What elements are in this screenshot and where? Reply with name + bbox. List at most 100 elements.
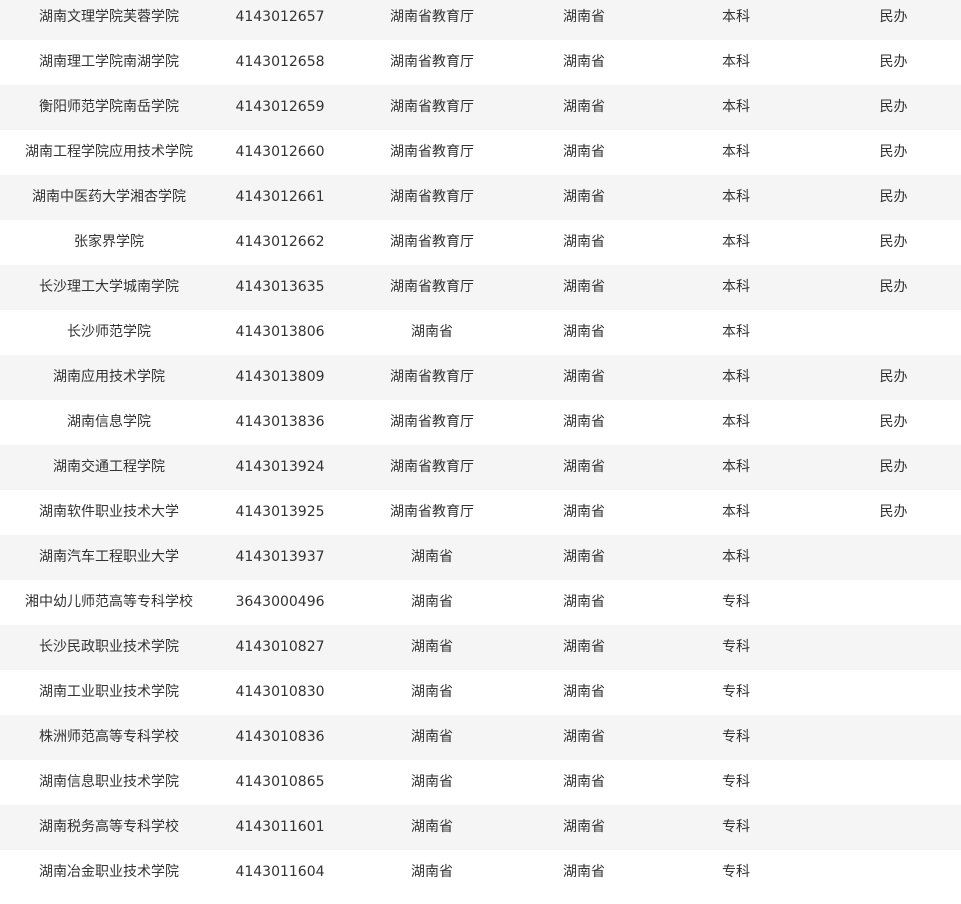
authority-cell: 湖南省 [411,729,453,745]
table-row: 张家界学院 4143012662 湖南省教育厅 湖南省 本科 民办 [0,220,961,265]
school-name-cell: 张家界学院 [74,234,144,250]
note-cell: 民办 [879,189,908,205]
level-cell: 专科 [722,774,750,790]
school-name-cell: 湖南应用技术学院 [53,369,165,385]
table-row: 株洲师范高等专科学校 4143010836 湖南省 湖南省 专科 [0,715,961,760]
authority-cell: 湖南省 [411,594,453,610]
school-name-cell: 湖南工业职业技术学院 [39,684,179,700]
school-table: 湖南文理学院芙蓉学院 4143012657 湖南省教育厅 湖南省 本科 民办 湖南理工学院… [0,0,961,895]
authority-cell: 湖南省教育厅 [390,459,474,475]
level-cell: 本科 [722,234,750,250]
school-code-cell: 4143012659 [235,99,325,115]
school-code-cell: 3643000496 [235,594,325,610]
table-row: 长沙民政职业技术学院 4143010827 湖南省 湖南省 专科 [0,625,961,670]
level-cell: 专科 [722,594,750,610]
school-code-cell: 4143013806 [235,324,325,340]
note-cell [826,850,961,895]
table-row: 衡阳师范学院南岳学院 4143012659 湖南省教育厅 湖南省 本科 民办 [0,85,961,130]
school-name-cell: 长沙民政职业技术学院 [39,639,179,655]
table-row: 长沙师范学院 4143013806 湖南省 湖南省 本科 [0,310,961,355]
location-cell: 湖南省 [563,864,605,880]
table-row: 湖南软件职业技术大学 4143013925 湖南省教育厅 湖南省 本科 民办 [0,490,961,535]
location-cell: 湖南省 [563,369,605,385]
table-row: 湖南冶金职业技术学院 4143011604 湖南省 湖南省 专科 [0,850,961,895]
location-cell: 湖南省 [563,504,605,520]
table-row: 湖南文理学院芙蓉学院 4143012657 湖南省教育厅 湖南省 本科 民办 [0,0,961,40]
note-cell [826,760,961,805]
table-row: 湖南交通工程学院 4143013924 湖南省教育厅 湖南省 本科 民办 [0,445,961,490]
school-code-cell: 4143010830 [235,684,325,700]
location-cell: 湖南省 [563,414,605,430]
location-cell: 湖南省 [563,144,605,160]
authority-cell: 湖南省教育厅 [390,189,474,205]
authority-cell: 湖南省 [411,774,453,790]
table-row: 湖南工程学院应用技术学院 4143012660 湖南省教育厅 湖南省 本科 民办 [0,130,961,175]
authority-cell: 湖南省 [411,324,453,340]
level-cell: 本科 [722,504,750,520]
location-cell: 湖南省 [563,639,605,655]
school-name-cell: 湖南汽车工程职业大学 [39,549,179,565]
school-name-cell: 湖南交通工程学院 [53,459,165,475]
level-cell: 专科 [722,684,750,700]
table-row: 湖南理工学院南湖学院 4143012658 湖南省教育厅 湖南省 本科 民办 [0,40,961,85]
school-code-cell: 4143013635 [235,279,325,295]
note-cell [826,310,961,355]
school-table-body: 湖南文理学院芙蓉学院 4143012657 湖南省教育厅 湖南省 本科 民办 湖南理工学院… [0,0,961,895]
location-cell: 湖南省 [563,819,605,835]
school-code-cell: 4143013937 [235,549,325,565]
school-code-cell: 4143012657 [235,9,325,25]
level-cell: 本科 [722,99,750,115]
note-cell: 民办 [879,234,908,250]
authority-cell: 湖南省教育厅 [390,9,474,25]
authority-cell: 湖南省 [411,639,453,655]
school-name-cell: 长沙师范学院 [67,324,151,340]
note-cell [826,670,961,715]
note-cell: 民办 [879,459,908,475]
table-row: 长沙理工大学城南学院 4143013635 湖南省教育厅 湖南省 本科 民办 [0,265,961,310]
location-cell: 湖南省 [563,279,605,295]
location-cell: 湖南省 [563,594,605,610]
level-cell: 本科 [722,549,750,565]
note-cell: 民办 [879,144,908,160]
table-row: 湖南信息学院 4143013836 湖南省教育厅 湖南省 本科 民办 [0,400,961,445]
school-name-cell: 湖南冶金职业技术学院 [39,864,179,880]
level-cell: 专科 [722,819,750,835]
note-cell [826,625,961,670]
level-cell: 本科 [722,279,750,295]
location-cell: 湖南省 [563,549,605,565]
location-cell: 湖南省 [563,234,605,250]
authority-cell: 湖南省教育厅 [390,504,474,520]
school-code-cell: 4143011604 [235,864,325,880]
school-code-cell: 4143012658 [235,54,325,70]
note-cell: 民办 [879,369,908,385]
school-code-cell: 4143010827 [235,639,325,655]
school-name-cell: 湖南工程学院应用技术学院 [25,144,193,160]
table-row: 湖南工业职业技术学院 4143010830 湖南省 湖南省 专科 [0,670,961,715]
level-cell: 本科 [722,144,750,160]
authority-cell: 湖南省 [411,819,453,835]
location-cell: 湖南省 [563,9,605,25]
level-cell: 本科 [722,54,750,70]
location-cell: 湖南省 [563,774,605,790]
table-row: 湖南税务高等专科学校 4143011601 湖南省 湖南省 专科 [0,805,961,850]
school-code-cell: 4143011601 [235,819,325,835]
location-cell: 湖南省 [563,54,605,70]
table-row: 湖南汽车工程职业大学 4143013937 湖南省 湖南省 本科 [0,535,961,580]
level-cell: 本科 [722,414,750,430]
school-name-cell: 湘中幼儿师范高等专科学校 [25,594,193,610]
location-cell: 湖南省 [563,324,605,340]
school-code-cell: 4143012662 [235,234,325,250]
table-row: 湘中幼儿师范高等专科学校 3643000496 湖南省 湖南省 专科 [0,580,961,625]
note-cell: 民办 [879,279,908,295]
note-cell: 民办 [879,9,908,25]
level-cell: 本科 [722,459,750,475]
school-code-cell: 4143010865 [235,774,325,790]
level-cell: 本科 [722,324,750,340]
authority-cell: 湖南省教育厅 [390,144,474,160]
school-name-cell: 湖南中医药大学湘杏学院 [32,189,186,205]
school-name-cell: 湖南理工学院南湖学院 [39,54,179,70]
authority-cell: 湖南省教育厅 [390,414,474,430]
level-cell: 本科 [722,189,750,205]
authority-cell: 湖南省教育厅 [390,54,474,70]
location-cell: 湖南省 [563,459,605,475]
